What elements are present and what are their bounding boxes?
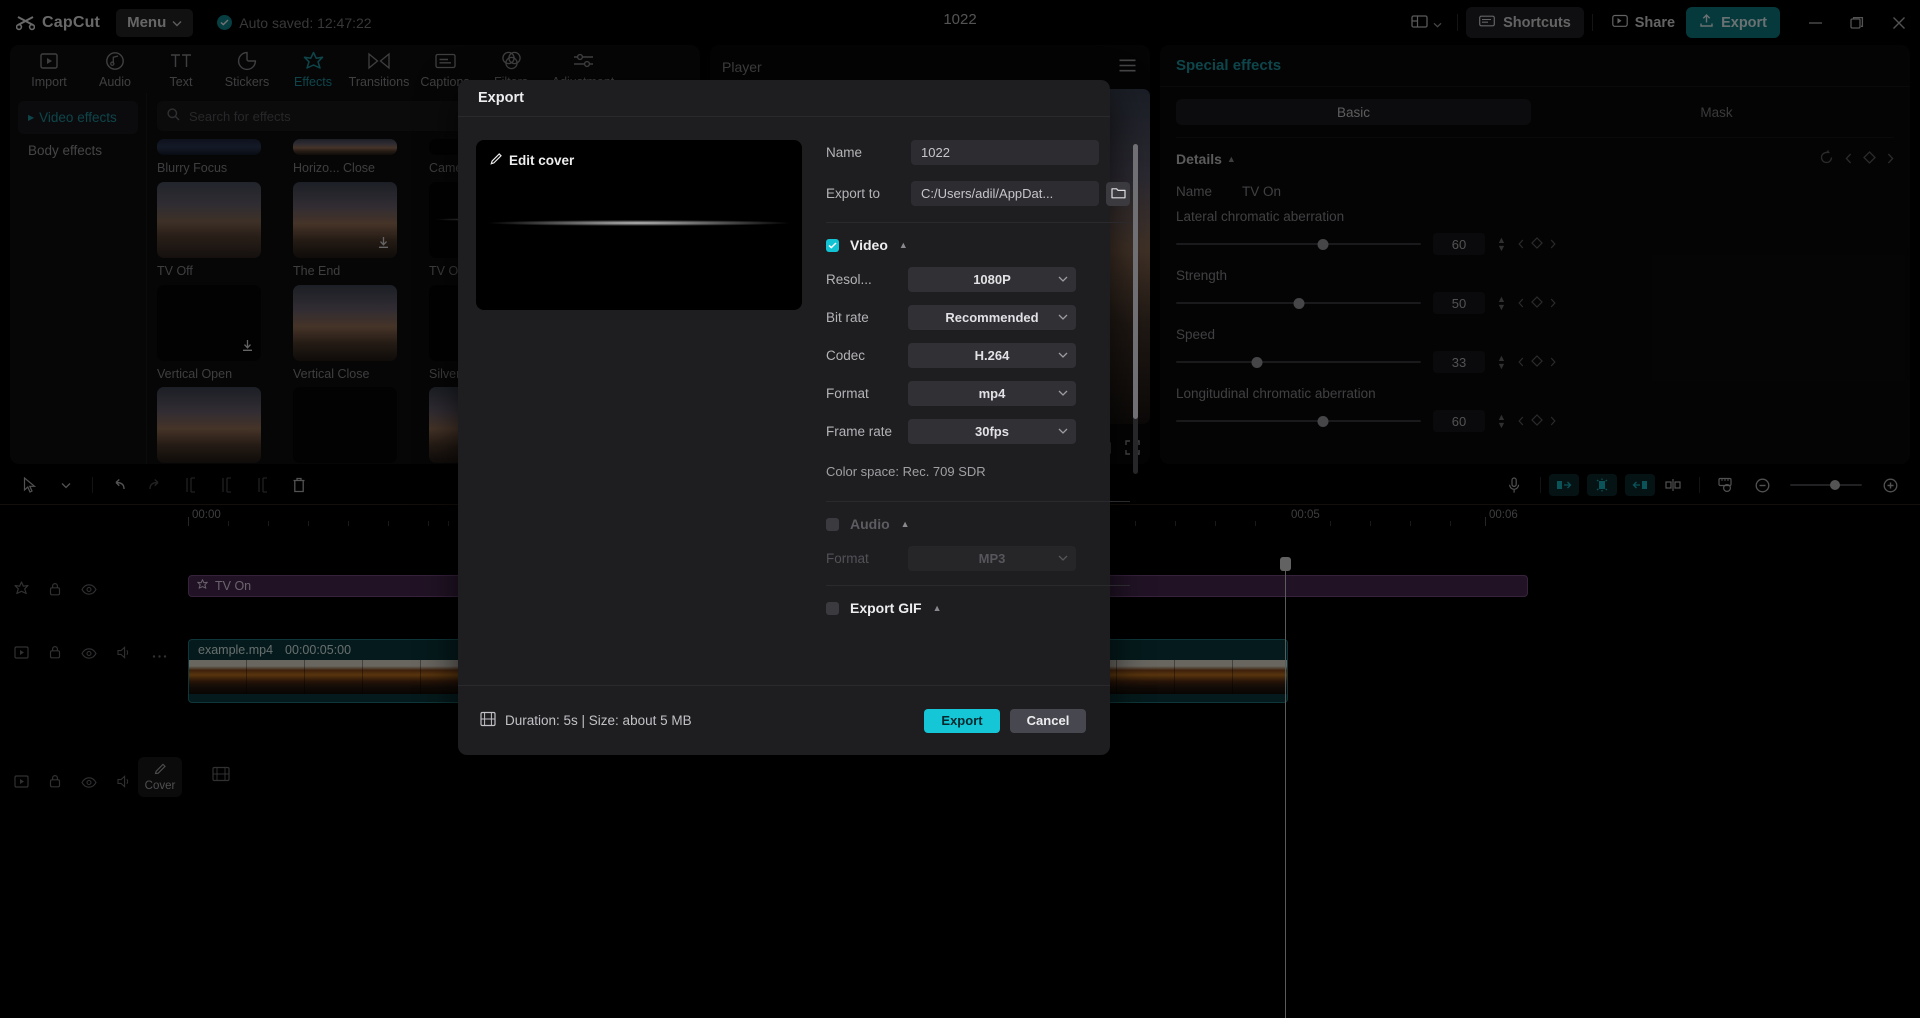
chevron-down-icon [1058, 350, 1068, 361]
audio-section-header: Audio ▲ [826, 516, 1130, 532]
bitrate-value: Recommended [945, 310, 1039, 325]
divider [826, 585, 1130, 586]
gif-section-header: Export GIF ▲ [826, 600, 1130, 616]
chevron-down-icon [1058, 553, 1068, 564]
name-label: Name [826, 145, 863, 160]
audio-format-value: MP3 [978, 551, 1006, 566]
cover-preview[interactable]: Edit cover [476, 140, 802, 310]
export-dialog: Export Edit cover Name 1022 Export to C:… [458, 80, 1138, 755]
color-space-text: Color space: Rec. 709 SDR [826, 464, 986, 479]
edit-pencil-icon [490, 152, 503, 168]
video-checkbox[interactable] [826, 238, 839, 252]
caret-up-icon[interactable]: ▲ [933, 603, 942, 613]
gif-section-label: Export GIF [850, 600, 922, 616]
film-icon [480, 711, 496, 730]
format-select[interactable]: mp4 [908, 381, 1076, 406]
capcut-app: CapCut Menu Auto saved: 12:47:22 1022 [0, 0, 1920, 1018]
export-path-input[interactable]: C:/Users/adil/AppDat... [911, 181, 1099, 206]
edit-cover-button[interactable]: Edit cover [490, 152, 574, 168]
export-to-row: Export to C:/Users/adil/AppDat... [826, 181, 1130, 206]
export-form: Name 1022 Export to C:/Users/adil/AppDat… [826, 140, 1138, 685]
bitrate-label: Bit rate [826, 310, 869, 325]
codec-row: Codec H.264 [826, 343, 1130, 368]
export-form-scrollbar[interactable] [1133, 144, 1138, 474]
divider [826, 501, 1130, 502]
cancel-button[interactable]: Cancel [1010, 708, 1086, 733]
audio-section-label: Audio [850, 516, 890, 532]
resolution-value: 1080P [973, 272, 1011, 287]
video-section-label: Video [850, 237, 888, 253]
bitrate-row: Bit rate Recommended [826, 305, 1130, 330]
audio-format-row: Format MP3 [826, 546, 1130, 571]
framerate-select[interactable]: 30fps [908, 419, 1076, 444]
resolution-row: Resol... 1080P [826, 267, 1130, 292]
format-row: Format mp4 [826, 381, 1130, 406]
codec-value: H.264 [974, 348, 1010, 363]
audio-format-label: Format [826, 551, 869, 566]
audio-format-select[interactable]: MP3 [908, 546, 1076, 571]
bitrate-select[interactable]: Recommended [908, 305, 1076, 330]
folder-icon [1110, 186, 1126, 202]
format-label: Format [826, 386, 869, 401]
video-section-header: Video ▲ [826, 237, 1130, 253]
folder-browse-button[interactable] [1106, 181, 1130, 206]
name-row: Name 1022 [826, 140, 1130, 165]
resolution-select[interactable]: 1080P [908, 267, 1076, 292]
name-input[interactable]: 1022 [911, 140, 1099, 165]
chevron-down-icon [1058, 274, 1068, 285]
edit-cover-label: Edit cover [509, 152, 575, 168]
caret-up-icon[interactable]: ▲ [899, 240, 908, 250]
export-to-label: Export to [826, 186, 881, 201]
export-dialog-title: Export [458, 80, 1110, 117]
chevron-down-icon [1058, 388, 1068, 399]
framerate-label: Frame rate [826, 424, 893, 439]
chevron-down-icon [1058, 312, 1068, 323]
footer-buttons: Export Cancel [924, 708, 1086, 733]
format-value: mp4 [978, 386, 1006, 401]
divider [826, 222, 1130, 223]
codec-label: Codec [826, 348, 866, 363]
gif-checkbox[interactable] [826, 601, 839, 615]
duration-info: Duration: 5s | Size: about 5 MB [480, 711, 692, 730]
export-dialog-body: Edit cover Name 1022 Export to C:/Users/… [458, 117, 1138, 685]
caret-up-icon[interactable]: ▲ [901, 519, 910, 529]
framerate-value: 30fps [975, 424, 1009, 439]
duration-text: Duration: 5s | Size: about 5 MB [505, 713, 692, 728]
audio-checkbox[interactable] [826, 517, 839, 531]
export-dialog-footer: Duration: 5s | Size: about 5 MB Export C… [458, 685, 1110, 755]
codec-select[interactable]: H.264 [908, 343, 1076, 368]
framerate-row: Frame rate 30fps [826, 419, 1130, 444]
chevron-down-icon [1058, 426, 1068, 437]
export-confirm-button[interactable]: Export [924, 708, 1000, 733]
scrollbar-thumb[interactable] [1133, 144, 1138, 419]
resolution-label: Resol... [826, 272, 872, 287]
